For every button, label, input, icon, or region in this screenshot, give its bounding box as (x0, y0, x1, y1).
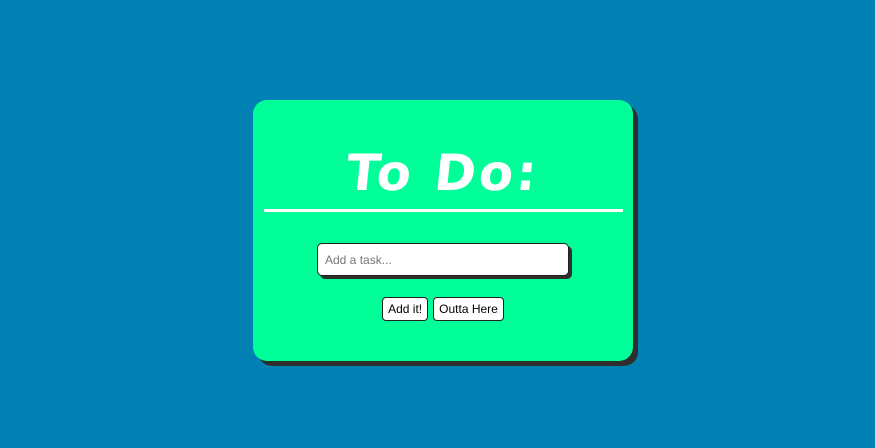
task-input[interactable] (317, 243, 569, 276)
button-row: Add it! Outta Here (253, 297, 633, 321)
add-task-button[interactable]: Add it! (382, 297, 429, 321)
page-title: To Do: (343, 144, 543, 202)
todo-card: To Do: Add it! Outta Here (253, 100, 633, 361)
remove-task-button[interactable]: Outta Here (433, 297, 504, 321)
title-divider (264, 209, 623, 212)
